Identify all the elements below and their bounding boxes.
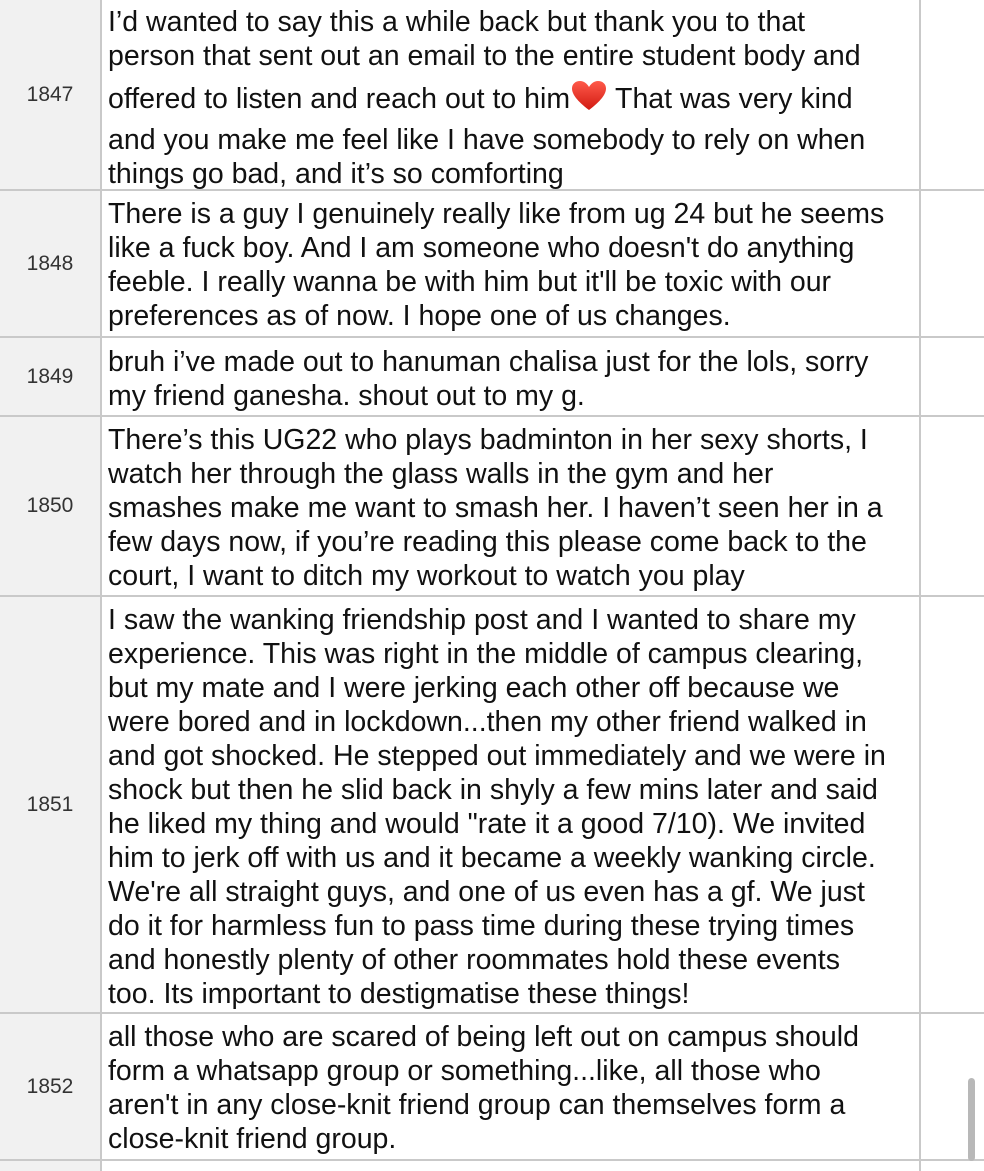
grid-line: [0, 1012, 984, 1014]
row-number[interactable]: [0, 1161, 100, 1171]
cell-line: experience. This was right in the middle…: [108, 638, 864, 670]
table-row: 1850 There’s this UG22 who plays badmint…: [0, 417, 984, 595]
cell-line: few days now, if you’re reading this ple…: [108, 526, 867, 558]
table-row: 1849 bruh i’ve made out to hanuman chali…: [0, 338, 984, 415]
empty-cell[interactable]: [921, 597, 984, 1012]
row-number[interactable]: 1852: [0, 1014, 100, 1159]
cell-line: things go bad, and it’s so comforting: [108, 158, 564, 189]
heart-icon: [571, 80, 607, 120]
cell-line: all those who are scared of being left o…: [108, 1021, 859, 1053]
cell-line: him to jerk off with us and it became a …: [108, 842, 876, 874]
cell-line: too. Its important to destigmatise these…: [108, 978, 690, 1010]
cell-text: That was very kind: [615, 83, 853, 115]
row-number[interactable]: 1848: [0, 191, 100, 336]
table-row: 1852 all those who are scared of being l…: [0, 1014, 984, 1159]
confession-cell[interactable]: all those who are scared of being left o…: [102, 1014, 918, 1159]
cell-line: I saw the wanking friendship post and I …: [108, 604, 856, 636]
cell-line: We're all straight guys, and one of us e…: [108, 876, 865, 908]
cell-line: my friend ganesha. shout out to my g.: [108, 380, 585, 412]
table-row: [0, 1161, 984, 1171]
empty-cell[interactable]: [921, 0, 984, 189]
row-number[interactable]: 1847: [0, 0, 100, 189]
empty-cell[interactable]: [921, 191, 984, 336]
row-number[interactable]: 1849: [0, 338, 100, 415]
grid-line: [919, 0, 921, 1171]
confession-cell[interactable]: bruh i’ve made out to hanuman chalisa ju…: [102, 338, 918, 415]
cell-line: do it for harmless fun to pass time duri…: [108, 910, 855, 942]
cell-line: shock but then he slid back in shyly a f…: [108, 774, 878, 806]
confession-cell[interactable]: I’d wanted to say this a while back but …: [102, 0, 918, 189]
cell-line: he liked my thing and would "rate it a g…: [108, 808, 866, 840]
cell-line: There’s this UG22 who plays badminton in…: [108, 424, 868, 456]
cell-text: offered to listen and reach out to him: [108, 83, 571, 115]
grid-line: [0, 336, 984, 338]
cell-line: person that sent out an email to the ent…: [108, 40, 861, 72]
cell-line: There is a guy I genuinely really like f…: [108, 198, 885, 230]
grid-line: [0, 595, 984, 597]
cell-line: and got shocked. He stepped out immediat…: [108, 740, 886, 772]
cell-line: bruh i’ve made out to hanuman chalisa ju…: [108, 346, 869, 378]
cell-line: close-knit friend group.: [108, 1123, 397, 1155]
cell-line: but my mate and I were jerking each othe…: [108, 672, 840, 704]
cell-line: watch her through the glass walls in the…: [108, 458, 774, 490]
confession-cell[interactable]: There is a guy I genuinely really like f…: [102, 191, 918, 336]
cell-line: smashes make me want to smash her. I hav…: [108, 492, 883, 524]
empty-cell[interactable]: [921, 338, 984, 415]
cell-line: I’d wanted to say this a while back but …: [108, 6, 806, 38]
cell-line: feeble. I really wanna be with him but i…: [108, 266, 832, 298]
cell-line: were bored and in lockdown...then my oth…: [108, 706, 867, 738]
grid-line: [0, 415, 984, 417]
table-row: 1851 I saw the wanking friendship post a…: [0, 597, 984, 1012]
cell-line: offered to listen and reach out to him T…: [108, 80, 918, 120]
table-row: 1847 I’d wanted to say this a while back…: [0, 0, 984, 189]
cell-line: aren't in any close-knit friend group ca…: [108, 1089, 846, 1121]
confession-cell[interactable]: There’s this UG22 who plays badminton in…: [102, 417, 918, 595]
spreadsheet: 1847 I’d wanted to say this a while back…: [0, 0, 984, 1171]
grid-line: [0, 1159, 984, 1161]
table-row: 1848 There is a guy I genuinely really l…: [0, 191, 984, 336]
cell-line: court, I want to ditch my workout to wat…: [108, 560, 745, 592]
confession-cell[interactable]: I saw the wanking friendship post and I …: [102, 597, 918, 1012]
grid-line: [0, 189, 984, 191]
row-number[interactable]: 1851: [0, 597, 100, 1012]
scrollbar[interactable]: [968, 1078, 975, 1161]
row-number[interactable]: 1850: [0, 417, 100, 595]
cell-line: and you make me feel like I have somebod…: [108, 124, 866, 156]
cell-line: form a whatsapp group or something...lik…: [108, 1055, 821, 1087]
empty-cell[interactable]: [921, 417, 984, 595]
grid-line: [100, 0, 102, 1171]
cell-line: and honestly plenty of other roommates h…: [108, 944, 840, 976]
cell-line: preferences as of now. I hope one of us …: [108, 300, 731, 332]
cell-line: like a fuck boy. And I am someone who do…: [108, 232, 855, 264]
